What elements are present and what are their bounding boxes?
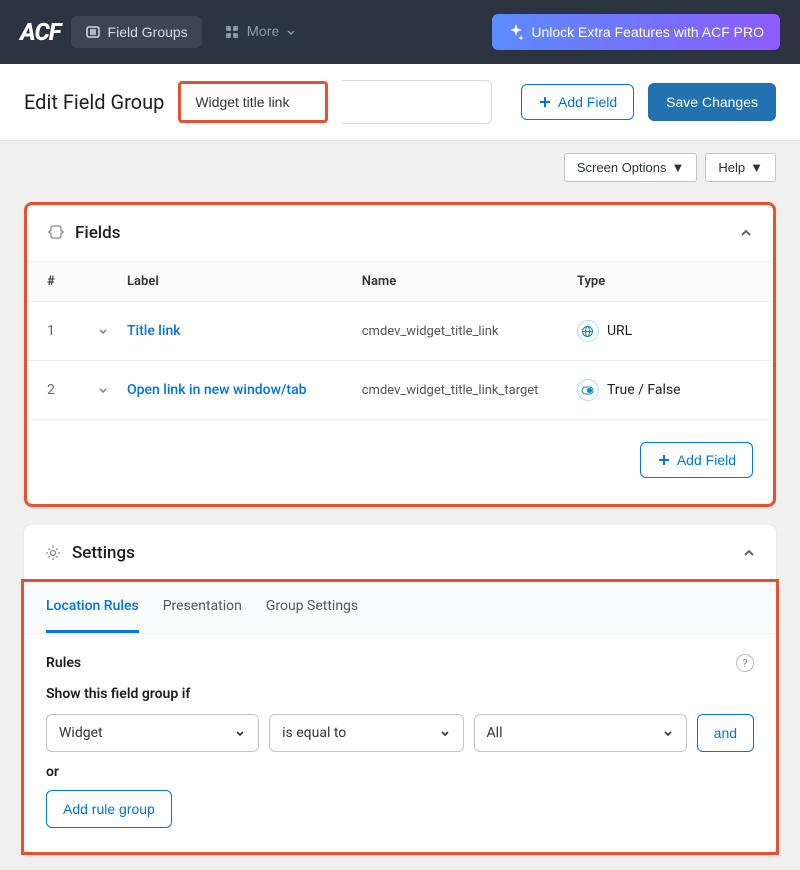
help-label: Help: [718, 160, 745, 175]
settings-panel-title: Settings: [72, 543, 732, 563]
or-label: or: [46, 764, 754, 780]
caret-down-icon: ▼: [750, 160, 763, 175]
col-name: Name: [362, 274, 577, 289]
nav-field-groups[interactable]: Field Groups: [71, 16, 202, 48]
fields-table-header: # Label Name Type: [27, 262, 773, 302]
rule-operator-value: is equal to: [282, 725, 346, 741]
tab-location-rules[interactable]: Location Rules: [46, 582, 139, 633]
collapse-toggle[interactable]: [739, 226, 753, 240]
logo: ACF: [20, 18, 61, 46]
fields-panel: Fields # Label Name Type 1 Title link cm…: [24, 202, 776, 507]
col-type: Type: [577, 274, 753, 289]
field-type: URL: [607, 323, 632, 339]
caret-down-icon: ▼: [672, 160, 685, 175]
chevron-down-icon: [439, 727, 451, 739]
rule-operator-select[interactable]: is equal to: [269, 714, 463, 752]
globe-icon: [577, 320, 599, 342]
help-button[interactable]: Help ▼: [705, 153, 776, 182]
settings-panel-header: Settings: [24, 525, 776, 582]
top-nav: ACF Field Groups More Unlock Extra Featu…: [0, 0, 800, 64]
rules-title: Rules: [46, 655, 81, 671]
plus-icon: [538, 95, 552, 109]
list-icon: [85, 24, 101, 40]
rule-param-value: Widget: [59, 725, 103, 741]
plus-icon: [657, 453, 671, 467]
rule-param-select[interactable]: Widget: [46, 714, 259, 752]
group-title-input[interactable]: [178, 81, 328, 123]
col-label: Label: [127, 274, 362, 289]
group-title-input-extension[interactable]: [342, 80, 492, 124]
tab-presentation[interactable]: Presentation: [163, 582, 242, 633]
add-field-label: Add Field: [677, 452, 736, 468]
grid-icon: [224, 24, 240, 40]
add-rule-group-button[interactable]: Add rule group: [46, 790, 172, 828]
nav-more-label: More: [247, 24, 279, 40]
help-icon[interactable]: ?: [736, 654, 754, 672]
sparkle-icon: [508, 24, 524, 40]
toggle-icon: [577, 379, 599, 401]
chevron-down-icon: [662, 727, 674, 739]
col-num: #: [47, 274, 97, 289]
and-button[interactable]: and: [697, 714, 754, 752]
fields-panel-header: Fields: [27, 205, 773, 262]
field-name: cmdev_widget_title_link: [362, 324, 577, 339]
unlock-pro-button[interactable]: Unlock Extra Features with ACF PRO: [492, 14, 780, 50]
rule-value-value: All: [487, 725, 503, 741]
field-order: 1: [47, 323, 97, 339]
field-order: 2: [47, 382, 97, 398]
tab-group-settings[interactable]: Group Settings: [266, 582, 358, 633]
fields-footer: Add Field: [27, 420, 773, 504]
add-field-button-bottom[interactable]: Add Field: [640, 442, 753, 478]
settings-body: Rules ? Show this field group if Widget …: [24, 634, 776, 852]
field-label[interactable]: Open link in new window/tab: [127, 382, 362, 398]
settings-panel: Settings Location Rules Presentation Gro…: [24, 525, 776, 855]
gear-icon: [44, 544, 62, 562]
screen-options-label: Screen Options: [577, 160, 667, 175]
expand-toggle[interactable]: [97, 384, 127, 396]
rule-row: Widget is equal to All and: [46, 714, 754, 752]
settings-tabs: Location Rules Presentation Group Settin…: [24, 582, 776, 634]
field-type: True / False: [607, 382, 681, 398]
save-changes-button[interactable]: Save Changes: [648, 83, 776, 121]
add-field-button-top[interactable]: Add Field: [521, 84, 634, 120]
page-title: Edit Field Group: [24, 90, 164, 114]
puzzle-icon: [47, 224, 65, 242]
unlock-pro-label: Unlock Extra Features with ACF PRO: [531, 24, 764, 40]
nav-more[interactable]: More: [212, 16, 308, 48]
field-row[interactable]: 1 Title link cmdev_widget_title_link URL: [27, 302, 773, 361]
field-name: cmdev_widget_title_link_target: [362, 383, 577, 398]
nav-field-groups-label: Field Groups: [108, 24, 188, 40]
add-field-label: Add Field: [558, 94, 617, 110]
fields-panel-title: Fields: [75, 223, 729, 243]
rule-value-select[interactable]: All: [474, 714, 687, 752]
title-bar: Edit Field Group Add Field Save Changes: [0, 64, 800, 141]
rules-description: Show this field group if: [46, 686, 754, 702]
collapse-toggle[interactable]: [742, 546, 756, 560]
settings-highlight: Location Rules Presentation Group Settin…: [21, 579, 779, 855]
screen-options-button[interactable]: Screen Options ▼: [564, 153, 697, 182]
meta-bar: Screen Options ▼ Help ▼: [0, 141, 800, 194]
field-row[interactable]: 2 Open link in new window/tab cmdev_widg…: [27, 361, 773, 420]
chevron-down-icon: [234, 727, 246, 739]
chevron-down-icon: [286, 27, 296, 37]
expand-toggle[interactable]: [97, 325, 127, 337]
field-label[interactable]: Title link: [127, 323, 362, 339]
